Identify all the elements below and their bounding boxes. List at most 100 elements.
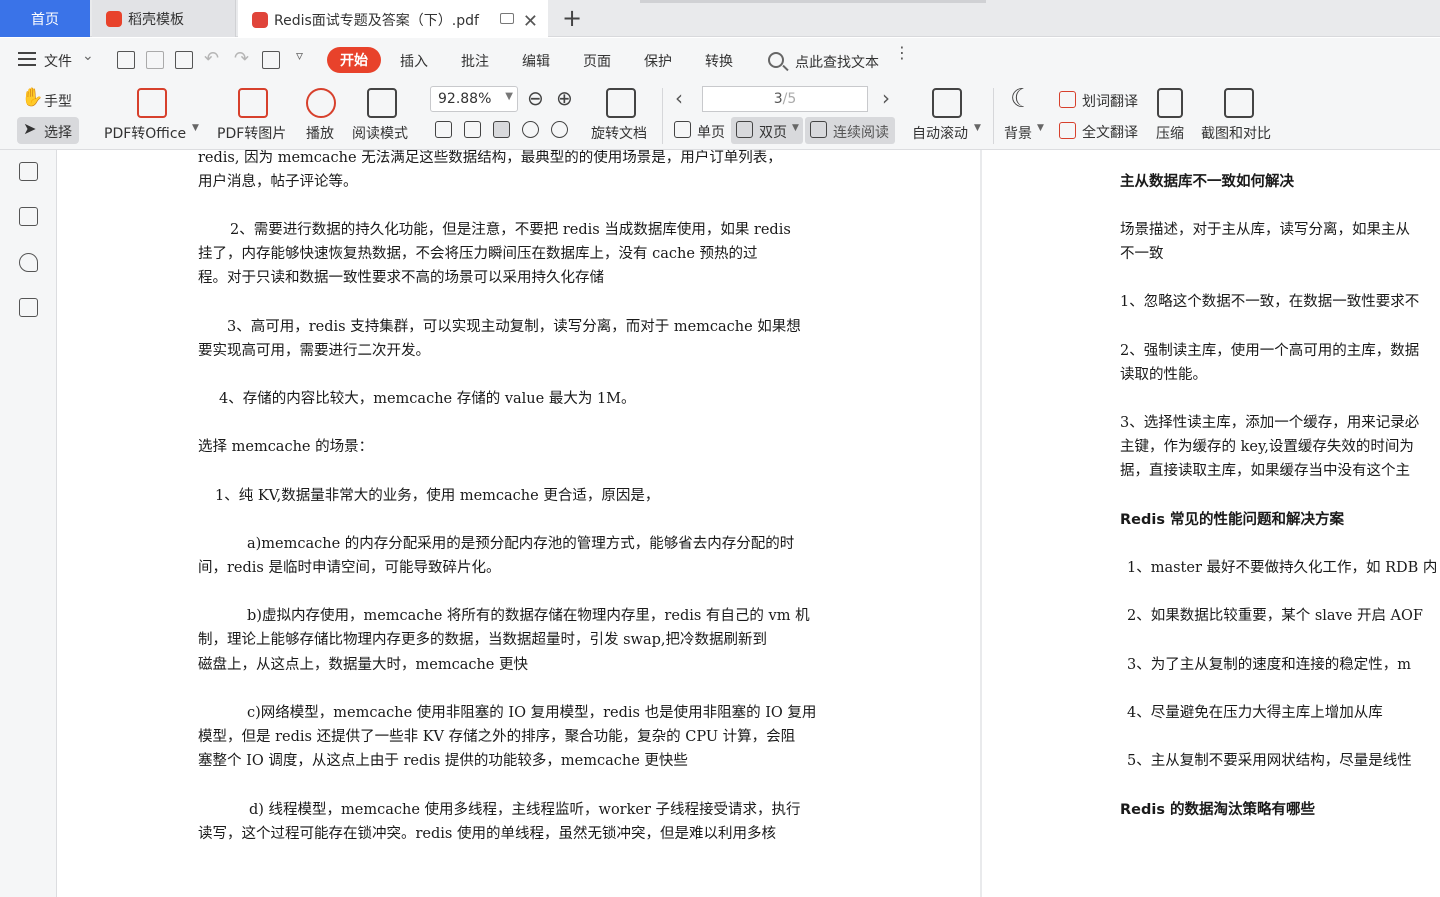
page-number-input[interactable]: 3/5: [702, 86, 868, 112]
text-line: 1、纯 KV,数据量非常大的业务，使用 memcache 更合适，原因是，: [215, 488, 660, 504]
tab-document-label: Redis面试专题及答案（下）.pdf: [274, 12, 479, 29]
tab-protect[interactable]: 保护: [644, 51, 672, 71]
chevron-down-icon[interactable]: ⌄: [82, 48, 94, 64]
tab-home[interactable]: 首页: [0, 0, 90, 37]
thumbnail-icon[interactable]: [19, 207, 38, 226]
section-heading: Redis 的数据淘汰策略有哪些: [1120, 802, 1316, 818]
tab-document[interactable]: Redis面试专题及答案（下）.pdf ✕: [238, 0, 548, 37]
rotate-document-button[interactable]: 旋转文档: [591, 123, 647, 143]
text-line: 程。对于只读和数据一致性要求不高的场景可以采用持久化存储: [198, 270, 604, 286]
text-line: 场景描述，对于主从库，读写分离，如果主从: [1120, 222, 1410, 238]
customize-icon[interactable]: ▿: [296, 48, 303, 64]
outline-icon[interactable]: [19, 162, 38, 181]
docer-logo-icon: [106, 10, 122, 27]
undo-icon[interactable]: ↶: [204, 48, 219, 69]
text-line: 用户消息，帖子评论等。: [198, 174, 358, 190]
auto-scroll-button[interactable]: 自动滚动: [912, 123, 968, 143]
section-heading: 主从数据库不一致如何解决: [1120, 174, 1294, 190]
tab-bar: 首页 稻壳模板 Redis面试专题及答案（下）.pdf ✕ +: [0, 0, 1440, 37]
tab-insert[interactable]: 插入: [400, 51, 428, 71]
text-line: 磁盘上，从这点上，数据量大时，memcache 更快: [198, 657, 528, 673]
hand-tool-button[interactable]: 手型: [44, 91, 72, 111]
new-tab-button[interactable]: +: [562, 4, 582, 32]
bookmark-icon[interactable]: [19, 253, 38, 272]
tab-page[interactable]: 页面: [583, 51, 611, 71]
zoom-level-select[interactable]: 92.88% ▼: [430, 86, 518, 112]
dropdown-icon: ▼: [192, 123, 199, 133]
single-page-icon: [674, 121, 691, 138]
text-line: 不一致: [1120, 246, 1164, 262]
close-icon[interactable]: ✕: [523, 11, 538, 32]
compress-button[interactable]: 压缩: [1156, 123, 1184, 143]
save-icon[interactable]: [146, 51, 164, 69]
fit-page-icon[interactable]: [464, 121, 481, 138]
text-line: 2、如果数据比较重要，某个 slave 开启 AOF: [1127, 608, 1423, 624]
current-page: 3: [773, 91, 783, 107]
annotation-icon[interactable]: [19, 298, 38, 317]
tab-start[interactable]: 开始: [327, 47, 381, 73]
double-page-label: 双页: [759, 125, 787, 141]
more-icon[interactable]: ⋮: [894, 45, 910, 61]
rotate-right-icon[interactable]: [551, 121, 568, 138]
text-line: 制，理论上能够存储比物理内存更多的数据，当数据超量时，引发 swap,把冷数据刷…: [198, 632, 767, 648]
ribbon-divider: [662, 88, 663, 144]
tab-annotate[interactable]: 批注: [461, 51, 489, 71]
single-page-button[interactable]: 单页: [697, 122, 725, 142]
zoom-level-value: 92.88%: [438, 91, 492, 107]
next-page-icon[interactable]: ›: [882, 86, 890, 110]
text-line: 间，redis 是临时申请空间，可能导致碎片化。: [198, 560, 501, 576]
previous-page-icon[interactable]: ‹: [675, 86, 683, 110]
screen-icon[interactable]: [500, 13, 514, 24]
pdf-to-image-button[interactable]: PDF转图片: [217, 123, 286, 143]
background-button[interactable]: 背景: [1004, 123, 1032, 143]
left-sidebar: [0, 150, 57, 897]
screenshot-compare-button[interactable]: 截图和对比: [1201, 123, 1271, 143]
image-icon: [238, 88, 268, 118]
text-line: b)虚拟内存使用，memcache 将所有的数据存储在物理内存里，redis 有…: [247, 608, 810, 624]
text-line: 2、需要进行数据的持久化功能，但是注意，不要把 redis 当成数据库使用，如果…: [230, 222, 791, 238]
double-page-icon: [736, 121, 753, 138]
continuous-reading-icon: [810, 121, 827, 138]
text-line: 模型，但是 redis 还提供了一些非 KV 存储之外的排序，聚合功能，复杂的 …: [198, 729, 796, 745]
redo-icon[interactable]: ↷: [234, 48, 249, 69]
text-line: 要实现高可用，需要进行二次开发。: [198, 343, 430, 359]
dropdown-icon: ▼: [792, 123, 799, 133]
pdf-page-left: redis, 因为 memcache 无法满足这些数据结构，最典型的的使用场景是…: [58, 150, 980, 897]
find-text-button[interactable]: 点此查找文本: [795, 52, 879, 72]
dropdown-icon: ▼: [974, 123, 981, 133]
open-folder-icon[interactable]: [117, 51, 135, 69]
word-translate-button[interactable]: 划词翻译: [1082, 91, 1138, 111]
text-line: 3、为了主从复制的速度和连接的稳定性，m: [1127, 657, 1411, 673]
text-line: c)网络模型，memcache 使用非阻塞的 IO 复用模型，redis 也是使…: [247, 705, 817, 721]
rotate-left-icon[interactable]: [522, 121, 539, 138]
pdf-file-icon: [252, 11, 268, 28]
pdf-to-office-button[interactable]: PDF转Office: [104, 123, 186, 143]
export-icon[interactable]: [262, 51, 280, 69]
rotate-document-icon: [606, 88, 636, 118]
word-translate-icon: [1059, 91, 1076, 108]
file-menu[interactable]: 文件: [44, 51, 72, 71]
read-mode-button[interactable]: 阅读模式: [352, 123, 408, 143]
hand-icon: ✋: [21, 87, 44, 108]
search-icon[interactable]: [768, 52, 784, 68]
print-icon[interactable]: [175, 51, 193, 69]
menu-icon[interactable]: [18, 52, 36, 66]
continuous-reading-label: 连续阅读: [833, 125, 889, 141]
full-translate-icon: [1059, 122, 1076, 139]
total-pages: /5: [782, 91, 797, 107]
zoom-out-icon[interactable]: ⊖: [527, 86, 544, 110]
text-line: 据，直接读取主库，如果缓存当中没有这个主: [1120, 463, 1410, 479]
tab-edit[interactable]: 编辑: [522, 51, 550, 71]
actual-size-icon[interactable]: [435, 121, 452, 138]
tab-template[interactable]: 稻壳模板: [92, 0, 236, 37]
select-tool-label: 选择: [44, 125, 72, 141]
text-line: 4、尽量避免在压力大得主库上增加从库: [1127, 705, 1383, 721]
zoom-in-icon[interactable]: ⊕: [556, 86, 573, 110]
chevron-down-icon: ▼: [505, 91, 513, 102]
text-line: a)memcache 的内存分配采用的是预分配内存池的管理方式，能够省去内存分配…: [247, 536, 795, 552]
full-translate-button[interactable]: 全文翻译: [1082, 122, 1138, 142]
fit-width-icon[interactable]: [493, 121, 510, 138]
tab-convert[interactable]: 转换: [705, 51, 733, 71]
text-line: 4、存储的内容比较大，memcache 存储的 value 最大为 1M。: [219, 391, 636, 407]
play-button[interactable]: 播放: [306, 123, 334, 143]
